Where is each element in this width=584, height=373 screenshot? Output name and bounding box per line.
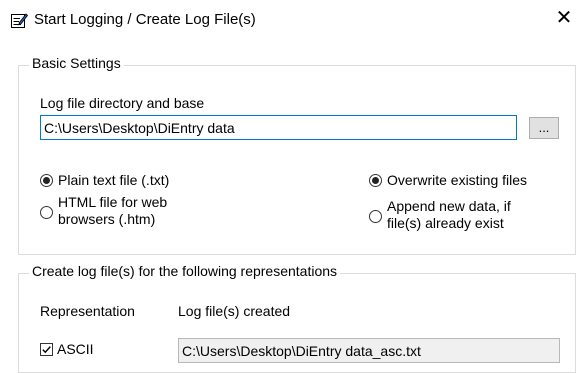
radio-plain-text-label[interactable]: Plain text file (.txt) — [58, 172, 169, 189]
radio-append-label[interactable]: Append new data, if file(s) already exis… — [387, 198, 511, 232]
directory-label: Log file directory and base — [40, 95, 205, 111]
window-title: Start Logging / Create Log File(s) — [34, 11, 256, 28]
radio-selected-dot — [372, 177, 379, 184]
radio-overwrite-label[interactable]: Overwrite existing files — [387, 172, 527, 189]
directory-input[interactable] — [40, 115, 517, 140]
column-header-representation: Representation — [40, 303, 135, 319]
radio-html-file-line1: HTML file for web — [58, 194, 168, 210]
notepad-edit-icon — [10, 11, 29, 29]
radio-selected-dot — [43, 177, 50, 184]
radio-append-line1: Append new data, if — [387, 198, 511, 214]
radio-overwrite[interactable] — [369, 174, 382, 187]
close-button[interactable]: ✕ — [552, 6, 576, 30]
ascii-file-field — [178, 338, 560, 363]
radio-append-line2: file(s) already exist — [387, 215, 504, 231]
close-icon: ✕ — [555, 7, 573, 29]
radio-append[interactable] — [369, 210, 382, 223]
checkbox-ascii[interactable] — [40, 343, 53, 356]
checkmark-icon — [42, 346, 51, 354]
radio-html-file-label[interactable]: HTML file for web browsers (.htm) — [58, 194, 167, 228]
radio-html-file[interactable] — [40, 206, 53, 219]
representations-label: Create log file(s) for the following rep… — [29, 263, 341, 279]
browse-button[interactable]: ... — [529, 117, 559, 139]
column-header-files: Log file(s) created — [178, 303, 291, 319]
radio-html-file-line2: browsers (.htm) — [58, 211, 156, 227]
basic-settings-label: Basic Settings — [29, 55, 124, 71]
checkbox-ascii-label[interactable]: ASCII — [57, 341, 94, 357]
radio-plain-text[interactable] — [40, 174, 53, 187]
